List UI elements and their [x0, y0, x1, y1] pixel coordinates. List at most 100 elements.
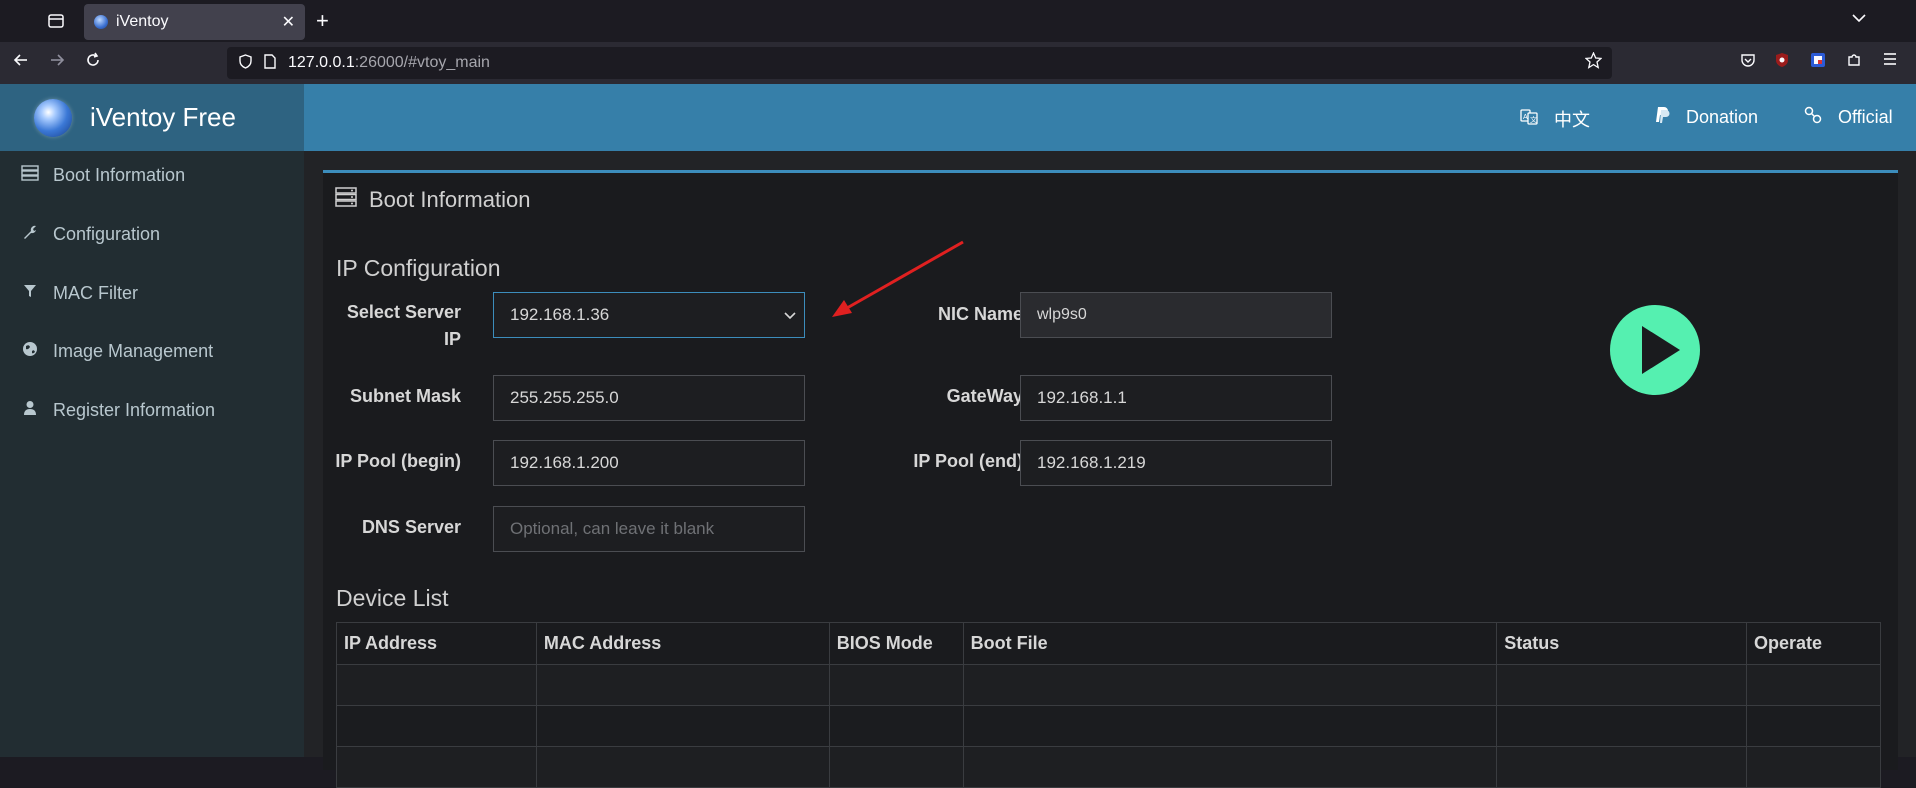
browser-tab-bar: iVentoy ✕ +	[0, 0, 1916, 42]
ip-pool-begin-input[interactable]: 192.168.1.200	[493, 440, 805, 486]
sidebar-item-mac-filter[interactable]: MAC Filter	[20, 283, 138, 304]
table-cell	[962, 746, 1498, 788]
table-cell	[1496, 664, 1748, 706]
url-host: 127.0.0.1	[288, 54, 355, 71]
brand-logo-area[interactable]: iVentoy Free	[0, 84, 304, 151]
ip-pool-begin-label: IP Pool (begin)	[335, 451, 461, 471]
donation-link[interactable]: Donation	[1654, 106, 1758, 129]
column-header: IP Address	[336, 622, 537, 665]
back-icon[interactable]	[10, 52, 32, 73]
user-icon	[20, 400, 40, 421]
table-cell	[1746, 705, 1881, 747]
ip-pool-begin-value: 192.168.1.200	[510, 453, 619, 472]
link-icon	[1804, 106, 1822, 129]
reload-icon[interactable]	[82, 52, 104, 73]
sidebar-item-label: Register Information	[53, 400, 216, 420]
url-bar[interactable]: 127.0.0.1 :26000/#vtoy_main	[227, 47, 1612, 79]
sidebar-item-register-information[interactable]: Register Information	[20, 400, 215, 421]
nic-name-value: wlp9s0	[1037, 306, 1087, 323]
donation-label: Donation	[1686, 107, 1759, 127]
tab-title: iVentoy	[116, 13, 169, 30]
sidebar-item-configuration[interactable]: Configuration	[20, 224, 160, 245]
subnet-mask-input[interactable]: 255.255.255.0	[493, 375, 805, 421]
server-icon	[335, 187, 357, 213]
table-cell	[962, 664, 1498, 706]
column-header: BIOS Mode	[828, 622, 964, 665]
tab-list-icon[interactable]	[44, 10, 68, 32]
ip-pool-end-input[interactable]: 192.168.1.219	[1020, 440, 1332, 486]
table-cell	[828, 746, 964, 788]
new-tab-button[interactable]: +	[316, 8, 329, 34]
table-cell	[1746, 746, 1881, 788]
ip-pool-end-label: IP Pool (end)	[913, 451, 1023, 471]
device-list-title: Device List	[336, 585, 449, 611]
url-path: :26000/#vtoy_main	[354, 54, 490, 71]
language-label: 中文	[1554, 110, 1590, 130]
subnet-mask-value: 255.255.255.0	[510, 388, 619, 407]
table-cell	[962, 705, 1498, 747]
column-header: Operate	[1746, 622, 1881, 665]
sidebar-item-boot-information[interactable]: Boot Information	[20, 165, 185, 186]
extensions-puzzle-icon[interactable]	[1844, 52, 1864, 72]
table-cell	[1746, 664, 1881, 706]
translate-icon: A文	[1520, 108, 1538, 130]
panel-title: Boot Information	[335, 187, 530, 213]
shield-icon[interactable]	[239, 54, 252, 72]
gateway-value: 192.168.1.1	[1037, 388, 1127, 407]
server-ip-select[interactable]: 192.168.1.36	[493, 292, 805, 338]
official-link[interactable]: Official	[1804, 106, 1893, 129]
globe-icon	[20, 341, 40, 362]
dns-server-label: DNS Server	[361, 517, 461, 537]
sidebar-item-label: Image Management	[53, 341, 214, 361]
svg-text:文: 文	[1530, 115, 1537, 124]
page-icon[interactable]	[264, 54, 276, 72]
sidebar-item-image-management[interactable]: Image Management	[20, 341, 213, 362]
table-cell	[1496, 705, 1748, 747]
server-ip-value: 192.168.1.36	[510, 305, 610, 324]
paypal-icon	[1654, 106, 1670, 129]
column-header: MAC Address	[535, 622, 830, 665]
browser-tab[interactable]: iVentoy ✕	[84, 4, 305, 40]
dns-server-input[interactable]: Optional, can leave it blank	[493, 506, 805, 552]
gateway-label: GateWay	[946, 386, 1023, 406]
start-service-play-button[interactable]	[1610, 305, 1700, 395]
iventoy-logo-icon	[34, 98, 72, 137]
table-cell	[336, 746, 537, 788]
play-icon	[1642, 326, 1680, 374]
tab-close-icon[interactable]: ✕	[282, 12, 295, 32]
table-cell	[535, 746, 830, 788]
privacy-extension-icon[interactable]	[1808, 52, 1828, 72]
brand-name: iVentoy Free	[90, 102, 236, 132]
sidebar: Boot Information Configuration MAC Filte…	[0, 151, 304, 757]
hamburger-menu-icon[interactable]	[1880, 52, 1900, 72]
ublock-extension-icon[interactable]	[1772, 52, 1792, 72]
table-cell	[1496, 746, 1748, 788]
table-row	[336, 746, 1881, 788]
browser-nav-bar: 127.0.0.1 :26000/#vtoy_main	[0, 42, 1916, 84]
table-cell	[336, 664, 537, 706]
top-navbar: A文 中文 Donation Official	[304, 84, 1916, 151]
forward-icon[interactable]	[46, 52, 68, 73]
pocket-icon[interactable]	[1738, 52, 1758, 72]
chevron-down-icon[interactable]	[1852, 10, 1866, 28]
sidebar-item-label: MAC Filter	[53, 283, 138, 303]
subnet-mask-label: Subnet Mask	[349, 386, 461, 406]
table-cell	[535, 664, 830, 706]
table-cell	[828, 705, 964, 747]
chevron-down-icon	[784, 307, 796, 323]
boot-information-panel: Boot Information IP Configuration Select…	[323, 170, 1898, 788]
server-icon	[20, 165, 40, 186]
gateway-input[interactable]: 192.168.1.1	[1020, 375, 1332, 421]
table-cell	[535, 705, 830, 747]
panel-title-text: Boot Information	[369, 187, 531, 212]
wrench-icon	[20, 224, 40, 245]
ip-configuration-title: IP Configuration	[336, 255, 501, 281]
table-cell	[828, 664, 964, 706]
main-content: Boot Information IP Configuration Select…	[304, 151, 1916, 788]
svg-text:A: A	[1523, 114, 1528, 121]
nic-name-field: wlp9s0	[1020, 292, 1332, 338]
language-switch[interactable]: A文 中文	[1520, 106, 1590, 132]
bookmark-star-icon[interactable]	[1584, 51, 1603, 74]
filter-icon	[20, 284, 40, 303]
ip-pool-end-value: 192.168.1.219	[1037, 453, 1146, 472]
